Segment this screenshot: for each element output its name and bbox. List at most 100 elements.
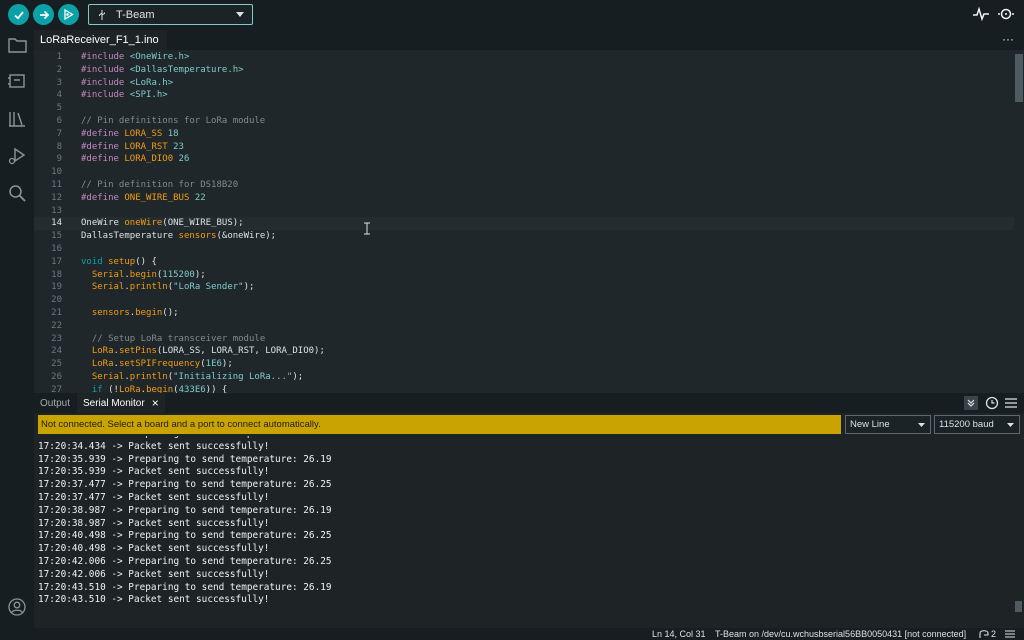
line-number: 8 — [56, 141, 62, 152]
code-line[interactable]: 22 — [34, 320, 1014, 333]
boards-manager-button[interactable] — [7, 71, 27, 91]
code-line[interactable]: 4 #include <SPI.h> — [34, 89, 1014, 102]
code-line[interactable]: 27 if (!LoRa.begin(433E6)) { — [34, 384, 1014, 393]
line-number: 16 — [51, 244, 62, 254]
serial-line: 17:20:35.939 -> Packet sent successfully… — [38, 466, 270, 478]
code-line[interactable]: 2 #include <DallasTemperature.h> — [34, 64, 1014, 77]
baud-rate-select[interactable]: 115200 baud — [934, 415, 1020, 434]
serial-line: 17:20:37.477 -> Preparing to send temper… — [38, 479, 332, 491]
serial-line: 17:20:38.987 -> Preparing to send temper… — [38, 504, 332, 516]
code-line[interactable]: 9 #define LORA_DIO0 26 — [34, 153, 1014, 166]
library-manager-button[interactable] — [7, 109, 27, 129]
code-line[interactable]: 21 sensors.begin(); — [34, 307, 1014, 320]
tab-output[interactable]: Output — [40, 393, 70, 413]
cursor-position[interactable]: Ln 14, Col 31 — [652, 628, 706, 640]
autoscroll-toggle[interactable] — [964, 396, 978, 410]
editor-scrollbar[interactable] — [1014, 50, 1024, 393]
tab-serial-monitor[interactable]: Serial Monitor × — [77, 393, 165, 413]
code-line[interactable]: 18 Serial.begin(115200); — [34, 269, 1014, 282]
line-number: 19 — [51, 282, 62, 293]
line-number: 6 — [56, 116, 62, 126]
code-line[interactable]: 23 // Setup LoRa transceiver module — [34, 333, 1014, 346]
code-line[interactable]: 8 #define LORA_RST 23 — [34, 141, 1014, 154]
timestamp-toggle[interactable] — [985, 396, 999, 413]
line-number: 9 — [56, 154, 62, 165]
code-line[interactable]: 6 // Pin definitions for LoRa module — [34, 115, 1014, 128]
line-number: 11 — [51, 180, 62, 190]
serial-scroll-thumb[interactable] — [1015, 601, 1022, 612]
code-text: Serial.begin(115200); — [91, 269, 206, 280]
code-line[interactable]: 15 DallasTemperature sensors(&oneWire); — [34, 230, 1014, 243]
code-line[interactable]: 1 #include <OneWire.h> — [34, 51, 1014, 64]
code-line[interactable]: 25 LoRa.setSPIFrequency(1E6); — [34, 358, 1014, 371]
serial-line: 17:20:40.498 -> Packet sent successfully… — [38, 543, 270, 555]
board-name: T-Beam — [116, 8, 155, 21]
chevron-down-icon — [236, 12, 244, 17]
close-tab-button[interactable]: × — [152, 396, 159, 410]
code-text: DallasTemperature sensors(&oneWire); — [81, 231, 277, 242]
code-line[interactable]: 10 — [34, 166, 1014, 179]
code-line[interactable]: 13 — [34, 205, 1014, 218]
code-line[interactable]: 7 #define LORA_SS 18 — [34, 128, 1014, 141]
account-button[interactable] — [7, 597, 27, 617]
editor-tabbar: LoRaReceiver_F1_1.ino ··· — [34, 30, 1024, 50]
code-text: // Pin definition for DS18B20 — [81, 180, 239, 190]
code-line[interactable]: 3 #include <LoRa.h> — [34, 77, 1014, 90]
clear-output-icon — [1005, 398, 1017, 408]
code-text: #define ONE_WIRE_BUS 22 — [81, 192, 206, 203]
verify-button[interactable] — [8, 4, 29, 25]
library-icon — [9, 112, 25, 127]
debug-panel-button[interactable] — [7, 146, 27, 166]
code-line[interactable]: 19 Serial.println("LoRa Sender"); — [34, 281, 1014, 294]
chevron-down-icon — [918, 422, 925, 427]
code-line[interactable]: 5 — [34, 102, 1014, 115]
serial-output[interactable]: 17:20:34.434 -> Preparing to send temper… — [34, 436, 1024, 616]
code-line[interactable]: 11 // Pin definition for DS18B20 — [34, 179, 1014, 192]
code-text: sensors.begin(); — [91, 308, 179, 318]
board-port-status[interactable]: T-Beam on /dev/cu.wchusbserial56BB005043… — [715, 628, 966, 640]
code-line[interactable]: 12 #define ONE_WIRE_BUS 22 — [34, 192, 1014, 205]
tab-sketch-file[interactable]: LoRaReceiver_F1_1.ino — [34, 30, 167, 50]
code-text: LoRa.setPins(LORA_SS, LORA_RST, LORA_DIO… — [91, 346, 325, 357]
code-text: // Pin definitions for LoRa module — [81, 116, 266, 126]
debug-button[interactable] — [58, 4, 79, 25]
code-line[interactable]: 24 LoRa.setPins(LORA_SS, LORA_RST, LORA_… — [34, 345, 1014, 358]
code-line[interactable]: 16 — [34, 243, 1014, 256]
line-number: 23 — [51, 333, 62, 344]
editor-scroll-thumb[interactable] — [1015, 54, 1023, 102]
clear-output-button[interactable] — [1004, 396, 1018, 413]
pulse-icon — [973, 6, 989, 22]
code-line[interactable]: 14 OneWire oneWire(ONE_WIRE_BUS); — [34, 217, 1014, 231]
serial-line: 17:20:38.987 -> Packet sent successfully… — [38, 517, 270, 529]
code-line[interactable]: 20 — [34, 294, 1014, 307]
line-ending-select[interactable]: New Line — [845, 415, 931, 434]
code-text: if (!LoRa.begin(433E6)) { — [91, 384, 228, 393]
line-number: 18 — [51, 269, 62, 280]
upload-button[interactable] — [33, 4, 54, 25]
notifications-button[interactable]: 2 — [979, 628, 996, 640]
serial-line: 17:20:43.510 -> Preparing to send temper… — [38, 581, 332, 593]
code-text: #define LORA_DIO0 26 — [81, 154, 190, 165]
serial-monitor-button[interactable] — [997, 6, 1015, 25]
more-tabs-button[interactable]: ··· — [1002, 32, 1014, 46]
serial-plotter-button[interactable] — [972, 6, 990, 25]
line-number: 5 — [56, 103, 62, 114]
line-number: 13 — [51, 205, 62, 216]
code-editor[interactable]: 27 if (!LoRa.begin(433E6)) {26 Serial.pr… — [34, 50, 1024, 393]
arrow-right-icon — [39, 10, 49, 19]
chevron-down-icon — [1007, 422, 1014, 427]
search-button[interactable] — [7, 183, 27, 203]
code-line[interactable]: 17 void setup() { — [34, 256, 1014, 269]
code-text: #include <SPI.h> — [81, 90, 168, 101]
code-text: #include <LoRa.h> — [81, 77, 174, 88]
sketchbook-button[interactable] — [7, 35, 27, 55]
code-line[interactable]: 26 Serial.println("Initializing LoRa..."… — [34, 371, 1014, 384]
line-number: 1 — [56, 52, 62, 62]
code-text: #define LORA_RST 23 — [81, 141, 184, 152]
code-text: #include <DallasTemperature.h> — [81, 64, 244, 75]
code-text: LoRa.setSPIFrequency(1E6); — [91, 359, 233, 370]
line-number: 27 — [51, 384, 62, 393]
serial-line: 17:20:35.939 -> Preparing to send temper… — [38, 453, 332, 465]
tab-output-label: Output — [40, 397, 71, 409]
board-selector[interactable]: T-Beam — [88, 4, 253, 25]
